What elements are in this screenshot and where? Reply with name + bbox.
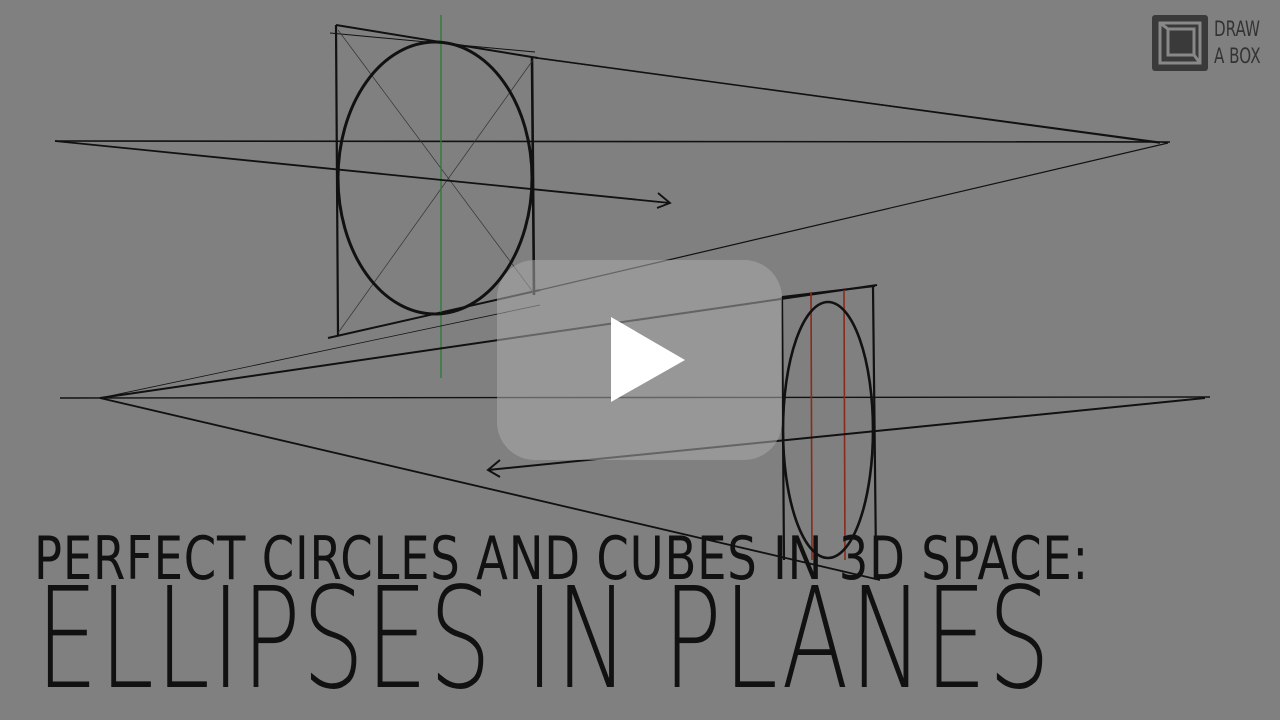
box-logo-icon [1152, 15, 1208, 71]
logo-line-2: A BOX [1214, 44, 1261, 68]
video-thumbnail[interactable]: DRAW A BOX PERFECT CIRCLES AND CUBES IN … [0, 0, 1280, 720]
logo-line-1: DRAW [1214, 17, 1261, 41]
logo-wordmark: DRAW A BOX [1214, 16, 1261, 70]
drawabox-logo: DRAW A BOX [1152, 15, 1279, 71]
play-button[interactable] [497, 260, 782, 460]
video-title: ELLIPSES IN PLANES [36, 558, 1052, 720]
play-icon [611, 317, 685, 402]
